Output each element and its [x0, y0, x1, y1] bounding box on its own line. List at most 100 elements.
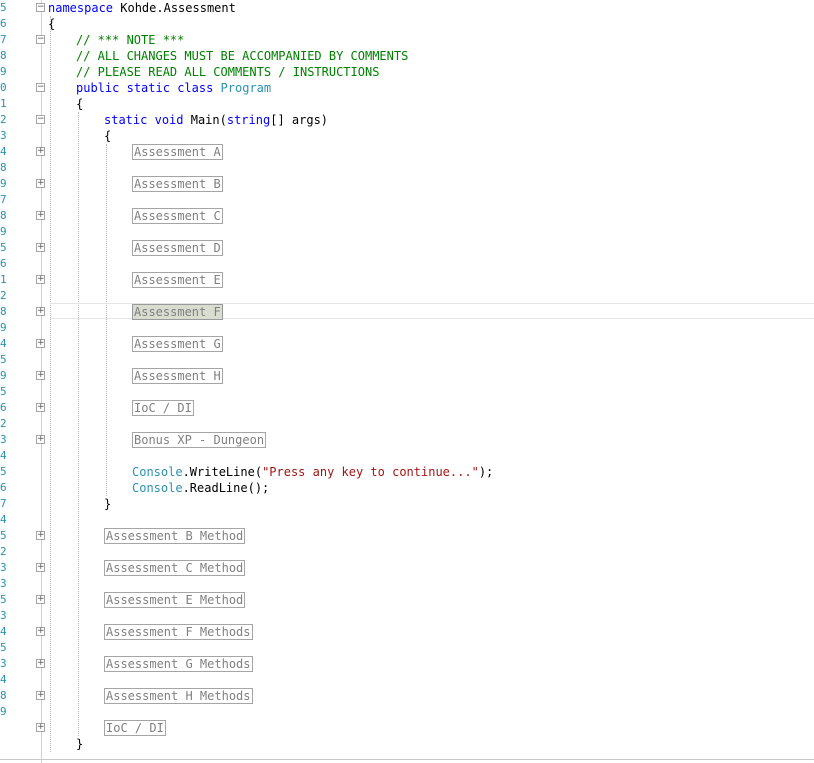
collapse-toggle-icon[interactable]: −	[36, 83, 45, 92]
code-line[interactable]: 6 Console.ReadLine();	[0, 480, 814, 496]
line-number: 5	[0, 353, 7, 366]
code-text: // ALL CHANGES MUST BE ACCOMPANIED BY CO…	[76, 48, 408, 64]
expand-toggle-icon[interactable]: +	[36, 595, 45, 604]
code-line[interactable]: 3	[0, 576, 814, 592]
expand-toggle-icon[interactable]: +	[36, 403, 45, 412]
collapse-toggle-icon[interactable]: −	[36, 35, 45, 44]
line-number: 2	[0, 113, 7, 126]
expand-toggle-icon[interactable]: +	[36, 211, 45, 220]
code-line[interactable]: 8 + Assessment F	[0, 304, 814, 320]
code-text: {	[104, 128, 111, 144]
code-editor[interactable]: 5− namespace Kohde.Assessment 6{7−// *** N…	[0, 0, 814, 763]
code-line[interactable]: 1 + Assessment E	[0, 272, 814, 288]
line-number: 3	[0, 561, 7, 574]
code-text: Assessment E Method	[104, 592, 246, 608]
expand-toggle-icon[interactable]: +	[36, 627, 45, 636]
collapse-toggle-icon[interactable]: −	[36, 3, 45, 12]
collapsed-region[interactable]: Assessment E	[132, 272, 223, 288]
collapsed-region[interactable]: Assessment G	[132, 336, 223, 352]
expand-toggle-icon[interactable]: +	[36, 371, 45, 380]
expand-toggle-icon[interactable]: +	[36, 179, 45, 188]
code-line[interactable]: 5 − namespace Kohde.Assessment	[0, 0, 814, 16]
expand-toggle-icon[interactable]: +	[36, 243, 45, 252]
collapsed-region[interactable]: Assessment E Method	[104, 592, 246, 608]
expand-toggle-icon[interactable]: +	[36, 307, 45, 316]
collapsed-region[interactable]: Assessment A	[132, 144, 223, 160]
code-line[interactable]: 7 − // *** NOTE ***	[0, 32, 814, 48]
code-line[interactable]: 3 + Assessment C Method	[0, 560, 814, 576]
code-line[interactable]: 8 + Assessment C	[0, 208, 814, 224]
code-line[interactable]: 2 − static void Main(string[] args)	[0, 112, 814, 128]
code-line[interactable]: 9	[0, 224, 814, 240]
code-line[interactable]: 9 + Assessment H	[0, 368, 814, 384]
collapsed-region[interactable]: Assessment B	[132, 176, 223, 192]
code-line[interactable]: 5 Console.WriteLine("Press any key to con…	[0, 464, 814, 480]
code-line[interactable]: 7}	[0, 496, 814, 512]
collapse-toggle-icon[interactable]: −	[36, 115, 45, 124]
code-line[interactable]: 5	[0, 384, 814, 400]
line-number: 8	[0, 209, 7, 222]
code-line[interactable]: 8 + Assessment H Methods	[0, 688, 814, 704]
code-line[interactable]: 4	[0, 448, 814, 464]
code-line[interactable]: 6	[0, 256, 814, 272]
collapsed-region[interactable]: Assessment H	[132, 368, 223, 384]
collapsed-region[interactable]: Assessment F Methods	[104, 624, 253, 640]
code-line[interactable]: 4 + Assessment G	[0, 336, 814, 352]
code-line[interactable]: }	[0, 736, 814, 752]
collapsed-region[interactable]: Bonus XP - Dungeon	[132, 432, 267, 448]
code-line[interactable]: 9	[0, 704, 814, 720]
line-number: 4	[0, 337, 7, 350]
collapsed-region[interactable]: IoC / DI	[104, 720, 166, 736]
code-line[interactable]: + IoC / DI	[0, 720, 814, 736]
code-line[interactable]: 3{	[0, 128, 814, 144]
code-line[interactable]: 9 // PLEASE READ ALL COMMENTS / INSTRUCTI…	[0, 64, 814, 80]
code-line[interactable]: 5	[0, 640, 814, 656]
expand-toggle-icon[interactable]: +	[36, 723, 45, 732]
code-line[interactable]: 2	[0, 416, 814, 432]
expand-toggle-icon[interactable]: +	[36, 147, 45, 156]
collapsed-region[interactable]: Assessment C	[132, 208, 223, 224]
collapsed-region[interactable]: Assessment G Methods	[104, 656, 253, 672]
code-line[interactable]: 7	[0, 192, 814, 208]
code-line[interactable]: 8	[0, 160, 814, 176]
code-token: Program	[220, 81, 272, 95]
collapsed-region[interactable]: Assessment B Method	[104, 528, 246, 544]
code-text: }	[76, 736, 83, 752]
code-line[interactable]: 5 + Assessment E Method	[0, 592, 814, 608]
code-line[interactable]: 9	[0, 320, 814, 336]
code-text: namespace Kohde.Assessment	[48, 0, 236, 16]
code-line[interactable]: 2	[0, 544, 814, 560]
line-number: 9	[0, 369, 7, 382]
code-line[interactable]: 4	[0, 512, 814, 528]
code-line[interactable]: 4 + Assessment F Methods	[0, 624, 814, 640]
code-line[interactable]: 5	[0, 352, 814, 368]
collapsed-region[interactable]: Assessment F	[132, 304, 223, 320]
code-line[interactable]: 9 + Assessment B	[0, 176, 814, 192]
code-line[interactable]: 3	[0, 608, 814, 624]
collapsed-region[interactable]: IoC / DI	[132, 400, 194, 416]
expand-toggle-icon[interactable]: +	[36, 275, 45, 284]
code-line[interactable]: 8 // ALL CHANGES MUST BE ACCOMPANIED BY C…	[0, 48, 814, 64]
code-line[interactable]: 5 + Assessment D	[0, 240, 814, 256]
code-line[interactable]: 4 + Assessment A	[0, 144, 814, 160]
code-line[interactable]: 5 + Assessment B Method	[0, 528, 814, 544]
expand-toggle-icon[interactable]: +	[36, 339, 45, 348]
code-line[interactable]: 3 + Assessment G Methods	[0, 656, 814, 672]
code-line[interactable]: 1{	[0, 96, 814, 112]
collapsed-region[interactable]: Assessment D	[132, 240, 223, 256]
code-line[interactable]: 6 + IoC / DI	[0, 400, 814, 416]
code-line[interactable]: 0 − public static class Program	[0, 80, 814, 96]
code-line[interactable]: 4	[0, 672, 814, 688]
expand-toggle-icon[interactable]: +	[36, 563, 45, 572]
expand-toggle-icon[interactable]: +	[36, 691, 45, 700]
collapsed-region[interactable]: Assessment C Method	[104, 560, 246, 576]
expand-toggle-icon[interactable]: +	[36, 531, 45, 540]
code-line[interactable]: 3 + Bonus XP - Dungeon	[0, 432, 814, 448]
code-line[interactable]: 6{	[0, 16, 814, 32]
code-token: {	[104, 129, 112, 143]
expand-toggle-icon[interactable]: +	[36, 435, 45, 444]
collapsed-region[interactable]: Assessment H Methods	[104, 688, 253, 704]
code-line[interactable]: 2	[0, 288, 814, 304]
code-token: }	[76, 737, 84, 751]
expand-toggle-icon[interactable]: +	[36, 659, 45, 668]
